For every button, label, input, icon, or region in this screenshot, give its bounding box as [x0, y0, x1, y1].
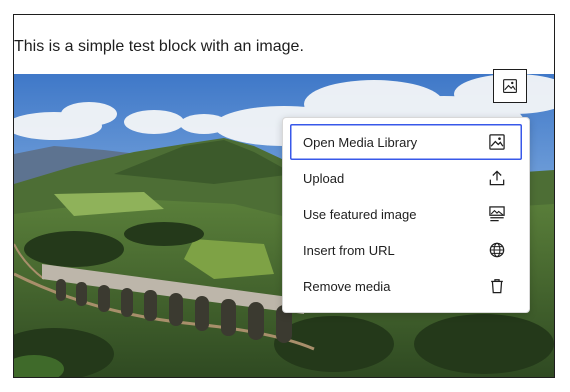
- menu-item-label: Upload: [303, 170, 345, 186]
- menu-item-use-featured-image[interactable]: Use featured image: [290, 196, 522, 232]
- trash-icon: [486, 275, 508, 297]
- menu-item-label: Open Media Library: [303, 134, 418, 150]
- menu-item-label: Use featured image: [303, 206, 417, 222]
- menu-item-open-media-library[interactable]: Open Media Library: [290, 124, 522, 160]
- menu-item-remove-media[interactable]: Remove media: [290, 268, 522, 304]
- menu-item-label: Remove media: [303, 278, 391, 294]
- featured-image-icon: [486, 203, 508, 225]
- menu-item-insert-from-url[interactable]: Insert from URL: [290, 232, 522, 268]
- menu-item-upload[interactable]: Upload: [290, 160, 522, 196]
- media-replace-menu: Open Media Library Upload Use featured i…: [282, 117, 530, 313]
- image-icon: [486, 131, 508, 153]
- paragraph-text[interactable]: This is a simple test block with an imag…: [14, 37, 304, 57]
- image-icon: [503, 79, 517, 93]
- globe-icon: [486, 239, 508, 261]
- replace-image-button[interactable]: [493, 69, 527, 103]
- menu-item-label: Insert from URL: [303, 242, 395, 258]
- upload-icon: [486, 167, 508, 189]
